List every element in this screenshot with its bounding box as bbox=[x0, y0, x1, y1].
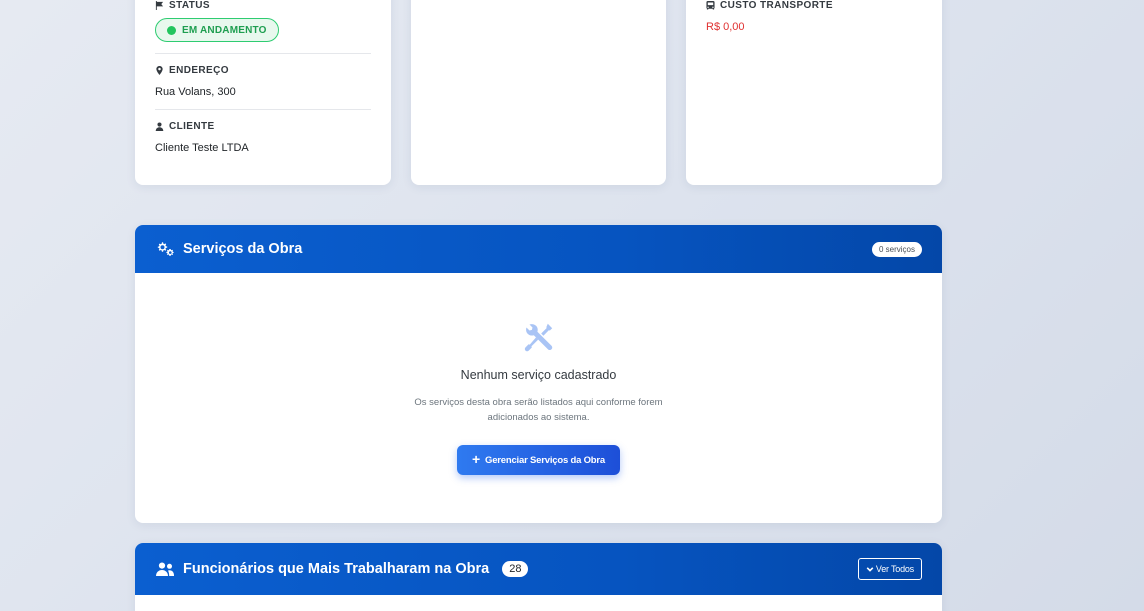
view-all-button[interactable]: Ver Todos bbox=[857, 558, 922, 580]
user-icon bbox=[155, 122, 164, 131]
gears-icon bbox=[157, 242, 174, 256]
transport-cost-value: R$ 0,00 bbox=[706, 21, 745, 33]
transport-cost-label: CUSTO TRANSPORTE bbox=[706, 0, 833, 11]
services-empty-state: Nenhum serviço cadastrado Os serviços de… bbox=[135, 273, 942, 523]
client-value: Cliente Teste LTDA bbox=[155, 142, 249, 154]
employees-count-badge: 28 bbox=[502, 561, 529, 577]
info-card-middle bbox=[411, 0, 666, 185]
divider bbox=[155, 109, 371, 110]
info-card-costs: CUSTO TRANSPORTE R$ 0,00 bbox=[686, 0, 942, 185]
services-title: Serviços da Obra bbox=[183, 241, 303, 257]
manage-services-label: Gerenciar Serviços da Obra bbox=[485, 454, 605, 466]
users-icon bbox=[156, 562, 174, 576]
status-dot bbox=[167, 25, 176, 35]
manage-services-button[interactable]: + Gerenciar Serviços da Obra bbox=[457, 445, 620, 475]
client-label: CLIENTE bbox=[155, 121, 215, 132]
address-value: Rua Volans, 300 bbox=[155, 86, 236, 98]
employees-header: Funcionários que Mais Trabalharam na Obr… bbox=[135, 543, 942, 595]
services-panel: Serviços da Obra 0 serviços Nenhum servi… bbox=[135, 225, 942, 523]
services-empty-description: Os serviços desta obra serão listados aq… bbox=[414, 397, 663, 423]
status-label: STATUS bbox=[155, 0, 210, 11]
info-card-details: STATUS EM ANDAMENTO ENDEREÇO Rua Volans,… bbox=[135, 0, 391, 185]
services-count-badge: 0 serviços bbox=[871, 241, 922, 257]
plus-icon: + bbox=[472, 451, 481, 467]
services-header: Serviços da Obra 0 serviços bbox=[135, 225, 942, 273]
status-value: EM ANDAMENTO bbox=[182, 24, 267, 36]
bus-icon bbox=[706, 1, 715, 10]
divider bbox=[155, 53, 371, 54]
flag-icon bbox=[155, 1, 164, 10]
status-badge: EM ANDAMENTO bbox=[155, 18, 279, 42]
view-all-label: Ver Todos bbox=[875, 564, 914, 574]
employees-panel: Funcionários que Mais Trabalharam na Obr… bbox=[135, 543, 942, 611]
services-empty-title: Nenhum serviço cadastrado bbox=[460, 368, 617, 382]
employees-title: Funcionários que Mais Trabalharam na Obr… bbox=[183, 561, 490, 577]
tools-icon bbox=[524, 323, 552, 352]
map-pin-icon bbox=[156, 66, 163, 75]
address-label: ENDEREÇO bbox=[155, 65, 229, 76]
chevron-down-icon bbox=[866, 567, 874, 572]
